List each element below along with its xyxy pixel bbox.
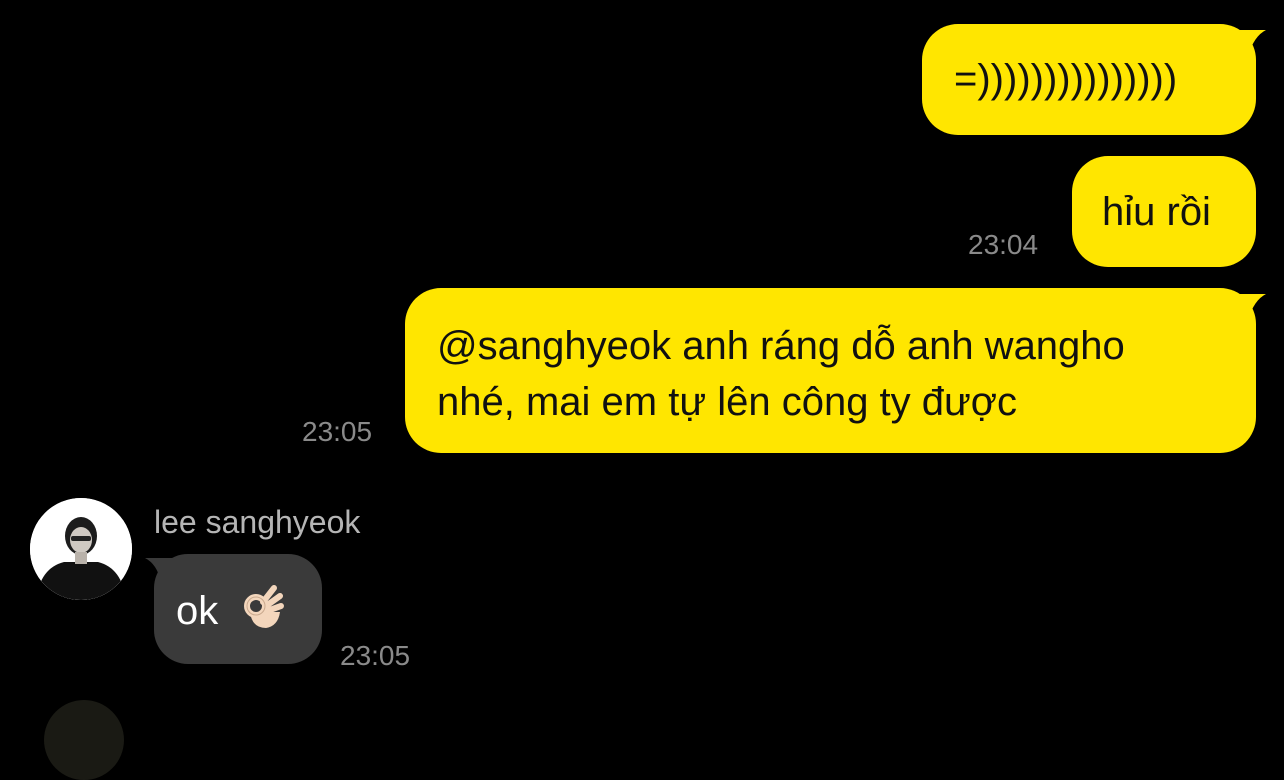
sender-name: lee sanghyeok bbox=[154, 504, 361, 540]
avatar bbox=[44, 700, 124, 780]
message-text: hỉu rồi bbox=[1102, 190, 1211, 234]
message-text-line: nhé, mai em tự lên công ty được bbox=[437, 380, 1018, 424]
person-silhouette-icon bbox=[30, 498, 132, 600]
chat-thread[interactable]: =))))))))))))))) hỉu rồi 23:04 @sanghyeo… bbox=[0, 0, 1284, 780]
message-text: =))))))))))))))) bbox=[954, 57, 1178, 101]
outgoing-message-bubble[interactable]: @sanghyeok anh ráng dỗ anh wangho nhé, m… bbox=[405, 288, 1266, 453]
message-timestamp: 23:05 bbox=[340, 640, 411, 671]
message-text: ok bbox=[176, 589, 219, 633]
outgoing-message-bubble[interactable]: =))))))))))))))) bbox=[922, 24, 1266, 135]
ok-hand-emoji-icon bbox=[244, 585, 285, 628]
outgoing-message-bubble[interactable]: hỉu rồi bbox=[1072, 156, 1256, 267]
bubble-tail bbox=[1236, 294, 1266, 320]
bubble-tail bbox=[145, 558, 173, 582]
sender-avatar[interactable] bbox=[30, 498, 132, 600]
bubble-tail bbox=[1236, 30, 1266, 56]
message-text-line: @sanghyeok anh ráng dỗ anh wangho bbox=[437, 324, 1125, 368]
message-timestamp: 23:05 bbox=[302, 416, 373, 447]
message-timestamp: 23:04 bbox=[968, 229, 1039, 260]
incoming-message-bubble[interactable]: ok bbox=[145, 554, 322, 664]
